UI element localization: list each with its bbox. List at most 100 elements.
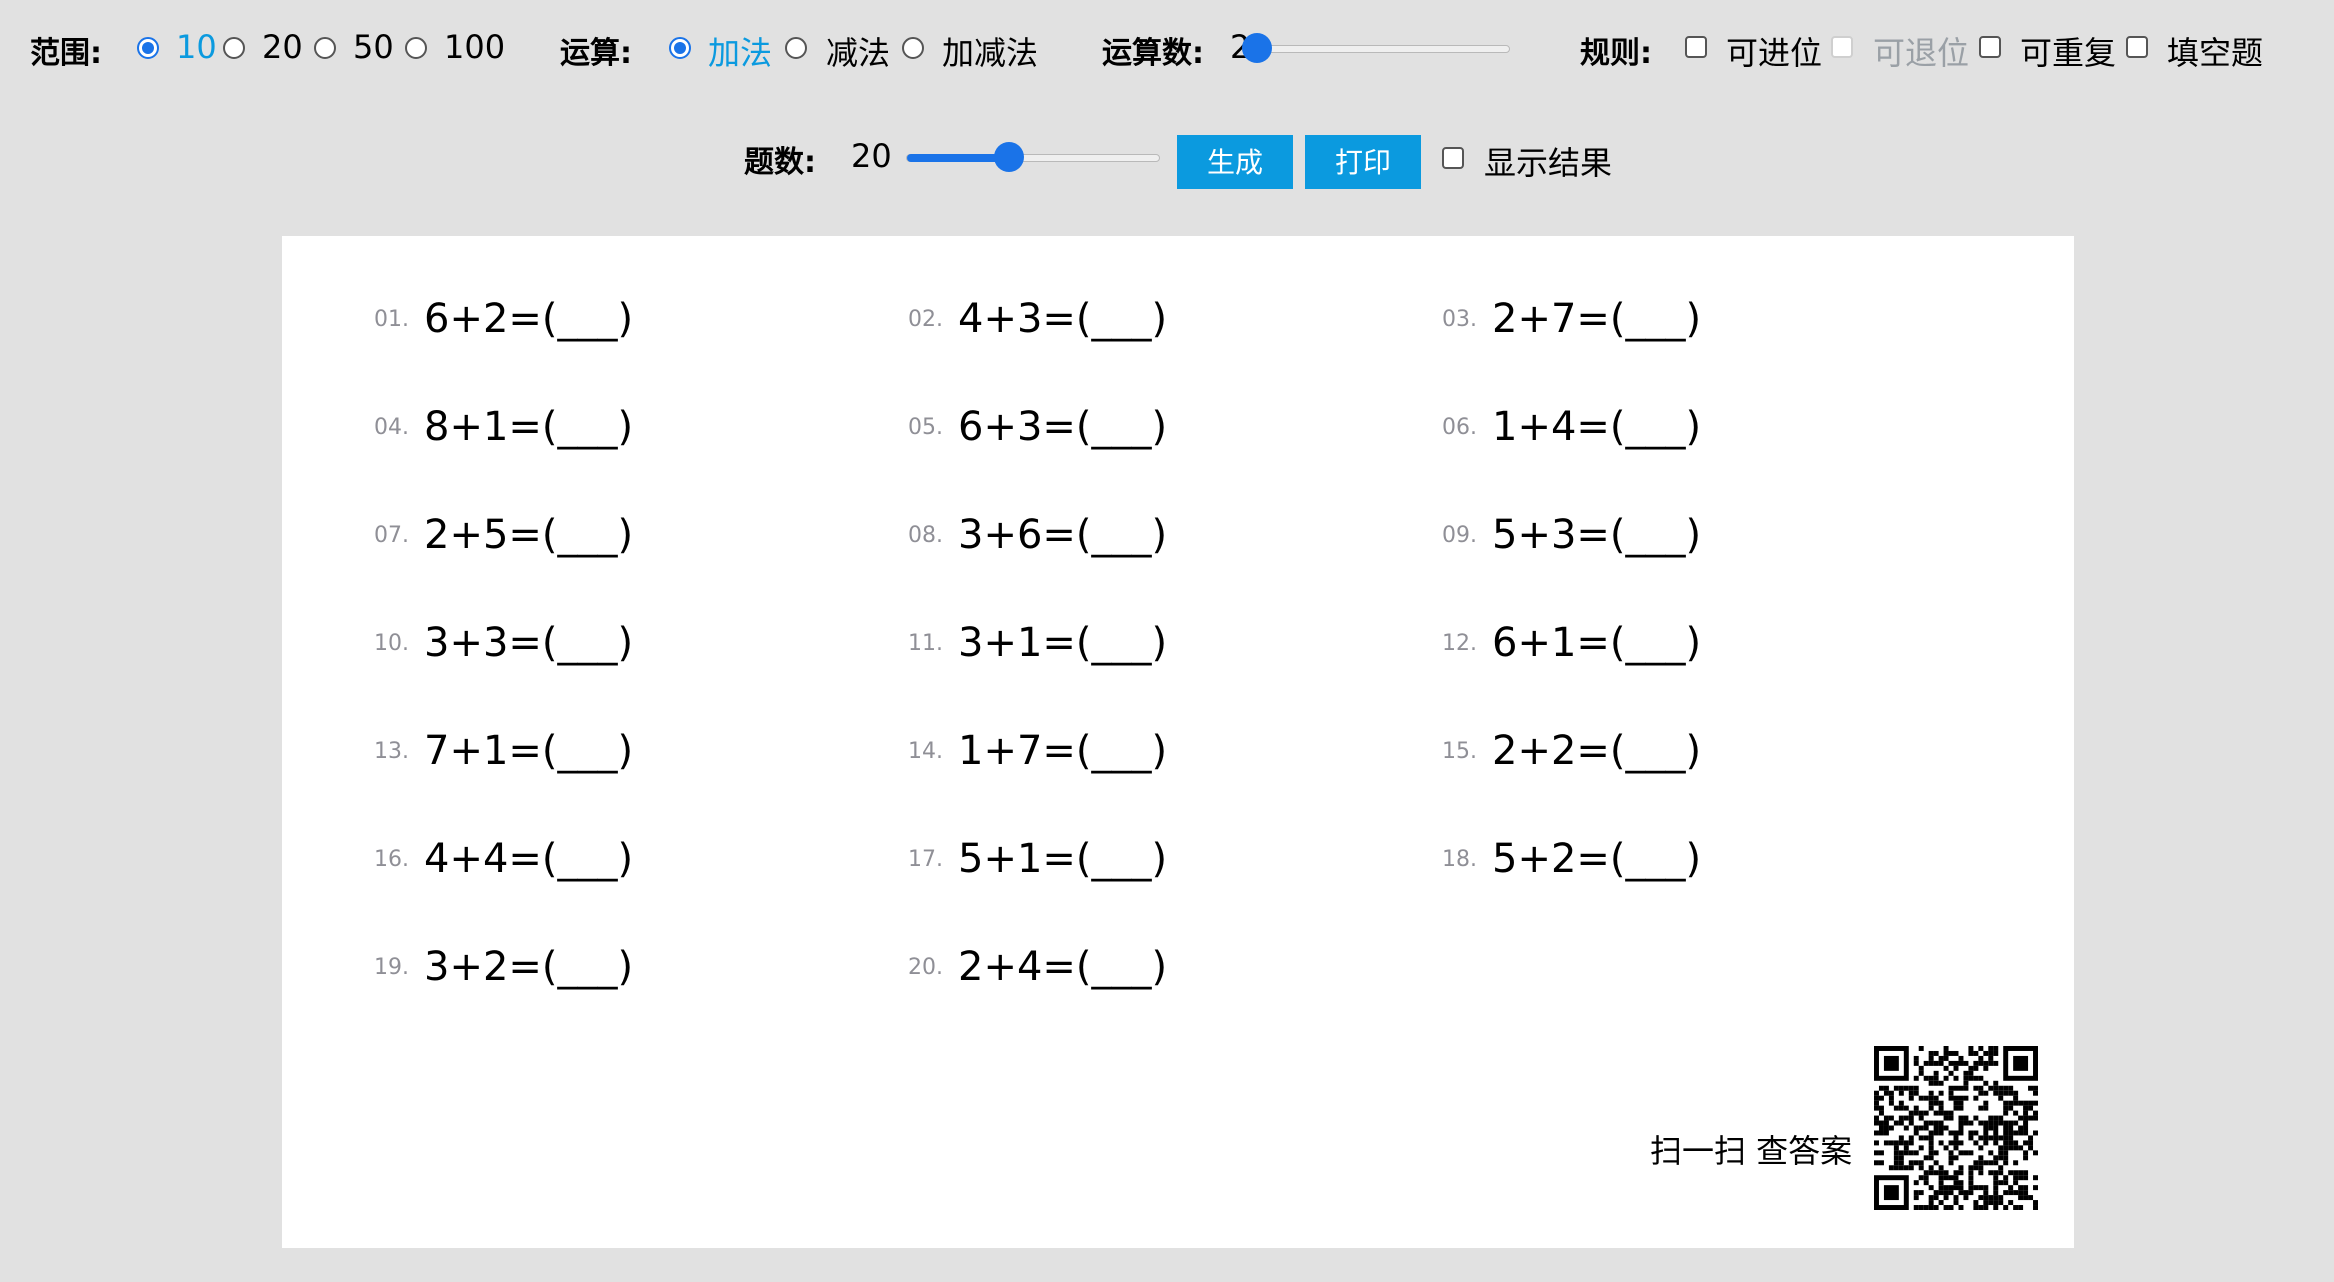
- question-number: 10.: [374, 630, 409, 656]
- question-expression: 7+1=(___): [424, 728, 634, 774]
- question-item: 17. 5+1=(___): [908, 836, 1167, 882]
- question-item: 08. 3+6=(___): [908, 512, 1167, 558]
- question-item: 14. 1+7=(___): [908, 728, 1167, 774]
- show-results-label[interactable]: 显示结果: [1484, 138, 1612, 184]
- rule-checkbox-carry[interactable]: [1685, 36, 1707, 58]
- question-number: 14.: [908, 738, 943, 764]
- rule-label-carry[interactable]: 可进位: [1726, 28, 1822, 74]
- question-item: 06. 1+4=(___): [1442, 404, 1701, 450]
- question-number: 18.: [1442, 846, 1477, 872]
- operation-option-add[interactable]: 加法: [708, 28, 772, 74]
- operation-option-mixed[interactable]: 加减法: [942, 28, 1038, 74]
- question-item: 05. 6+3=(___): [908, 404, 1167, 450]
- range-radio-50[interactable]: [314, 37, 336, 59]
- qr-label: 扫一扫 查答案: [1650, 1132, 1853, 1170]
- question-number: 01.: [374, 306, 409, 332]
- operand-count-slider[interactable]: [1242, 33, 1510, 63]
- rule-checkbox-fill-blank[interactable]: [2126, 36, 2148, 58]
- question-count-slider-thumb[interactable]: [994, 142, 1024, 172]
- question-expression: 6+2=(___): [424, 296, 634, 342]
- question-expression: 1+4=(___): [1492, 404, 1702, 450]
- operation-option-subtract[interactable]: 减法: [826, 28, 890, 74]
- show-results-checkbox[interactable]: [1442, 147, 1464, 169]
- generate-bar: 题数: 20 生成 打印 显示结果: [0, 120, 2334, 200]
- question-number: 17.: [908, 846, 943, 872]
- range-radio-10[interactable]: [137, 37, 159, 59]
- rule-checkbox-borrow: [1831, 36, 1853, 58]
- question-number: 03.: [1442, 306, 1477, 332]
- range-option-20[interactable]: 20: [262, 28, 303, 66]
- question-expression: 2+4=(___): [958, 944, 1168, 990]
- question-number: 07.: [374, 522, 409, 548]
- rule-label-repeat[interactable]: 可重复: [2020, 28, 2116, 74]
- worksheet: 01. 6+2=(___) 02. 4+3=(___) 03. 2+7=(___) 04. 8…: [282, 236, 2074, 1248]
- question-item: 11. 3+1=(___): [908, 620, 1167, 666]
- print-button[interactable]: 打印: [1305, 135, 1421, 189]
- question-expression: 2+7=(___): [1492, 296, 1702, 342]
- question-expression: 5+2=(___): [1492, 836, 1702, 882]
- rule-checkbox-repeat[interactable]: [1979, 36, 2001, 58]
- question-item: 16. 4+4=(___): [374, 836, 633, 882]
- range-option-50[interactable]: 50: [353, 28, 394, 66]
- question-number: 19.: [374, 954, 409, 980]
- settings-bar: 范围: 10 20 50 100 运算: 加法 减法 加减法 运算数: 2 规则…: [0, 0, 2334, 100]
- question-item: 18. 5+2=(___): [1442, 836, 1701, 882]
- operand-count-label: 运算数:: [1102, 36, 1204, 71]
- question-expression: 4+4=(___): [424, 836, 634, 882]
- operation-radio-mixed[interactable]: [902, 37, 924, 59]
- question-expression: 3+2=(___): [424, 944, 634, 990]
- rules-label: 规则:: [1580, 36, 1652, 71]
- range-label: 范围:: [30, 36, 102, 71]
- range-option-100[interactable]: 100: [444, 28, 505, 66]
- question-number: 13.: [374, 738, 409, 764]
- question-item: 12. 6+1=(___): [1442, 620, 1701, 666]
- question-number: 09.: [1442, 522, 1477, 548]
- qr-code-icon: [1874, 1046, 2038, 1210]
- question-number: 05.: [908, 414, 943, 440]
- question-expression: 2+5=(___): [424, 512, 634, 558]
- question-number: 11.: [908, 630, 943, 656]
- question-item: 03. 2+7=(___): [1442, 296, 1701, 342]
- question-expression: 6+1=(___): [1492, 620, 1702, 666]
- rule-label-fill-blank[interactable]: 填空题: [2167, 28, 2263, 74]
- question-item: 09. 5+3=(___): [1442, 512, 1701, 558]
- question-item: 15. 2+2=(___): [1442, 728, 1701, 774]
- question-expression: 6+3=(___): [958, 404, 1168, 450]
- question-item: 13. 7+1=(___): [374, 728, 633, 774]
- question-expression: 3+1=(___): [958, 620, 1168, 666]
- question-number: 20.: [908, 954, 943, 980]
- operation-label: 运算:: [560, 36, 632, 71]
- question-count-slider[interactable]: [906, 142, 1160, 172]
- question-expression: 5+3=(___): [1492, 512, 1702, 558]
- operand-count-slider-thumb[interactable]: [1242, 33, 1272, 63]
- question-expression: 4+3=(___): [958, 296, 1168, 342]
- question-number: 08.: [908, 522, 943, 548]
- question-item: 10. 3+3=(___): [374, 620, 633, 666]
- question-item: 01. 6+2=(___): [374, 296, 633, 342]
- question-number: 06.: [1442, 414, 1477, 440]
- range-radio-20[interactable]: [223, 37, 245, 59]
- question-number: 15.: [1442, 738, 1477, 764]
- question-expression: 8+1=(___): [424, 404, 634, 450]
- rule-label-borrow: 可退位: [1873, 34, 1970, 72]
- question-item: 07. 2+5=(___): [374, 512, 633, 558]
- question-expression: 3+6=(___): [958, 512, 1168, 558]
- question-number: 16.: [374, 846, 409, 872]
- question-item: 20. 2+4=(___): [908, 944, 1167, 990]
- question-count-label: 题数:: [744, 145, 816, 180]
- question-expression: 2+2=(___): [1492, 728, 1702, 774]
- question-item: 04. 8+1=(___): [374, 404, 633, 450]
- question-expression: 3+3=(___): [424, 620, 634, 666]
- generate-button[interactable]: 生成: [1177, 135, 1293, 189]
- question-number: 04.: [374, 414, 409, 440]
- question-item: 19. 3+2=(___): [374, 944, 633, 990]
- question-number: 02.: [908, 306, 943, 332]
- operation-radio-add[interactable]: [669, 37, 691, 59]
- range-option-10[interactable]: 10: [176, 28, 217, 66]
- question-number: 12.: [1442, 630, 1477, 656]
- question-count-value: 20: [851, 137, 892, 175]
- question-expression: 5+1=(___): [958, 836, 1168, 882]
- range-radio-100[interactable]: [405, 37, 427, 59]
- operation-radio-subtract[interactable]: [785, 37, 807, 59]
- question-item: 02. 4+3=(___): [908, 296, 1167, 342]
